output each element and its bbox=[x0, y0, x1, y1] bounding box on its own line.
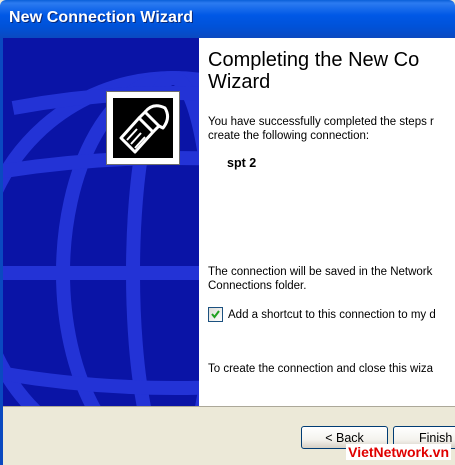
saved-note-text: The connection will be saved in the Netw… bbox=[208, 266, 433, 292]
page-title: Completing the New Co Wizard bbox=[208, 49, 420, 93]
title-bar[interactable]: New Connection Wizard bbox=[0, 0, 455, 38]
shortcut-option[interactable]: Add a shortcut to this connection to my … bbox=[208, 307, 455, 323]
shortcut-checkbox[interactable] bbox=[208, 307, 223, 322]
watermark-text: VietNetwork.vn bbox=[346, 444, 451, 460]
wizard-side-graphic bbox=[3, 38, 199, 406]
close-note-text: To create the connection and close this … bbox=[208, 363, 434, 375]
window-title: New Connection Wizard bbox=[9, 9, 194, 26]
network-cable-icon bbox=[113, 98, 173, 158]
wizard-window: New Connection Wizard Completing the New… bbox=[0, 0, 455, 465]
wizard-content: Completing the New Co Wizard You have su… bbox=[199, 38, 455, 406]
wizard-logo bbox=[106, 91, 180, 165]
intro-text: You have successfully completed the step… bbox=[208, 116, 434, 142]
checkmark-icon bbox=[211, 310, 220, 319]
connection-name: spt 2 bbox=[227, 156, 257, 170]
shortcut-checkbox-label[interactable]: Add a shortcut to this connection to my … bbox=[228, 308, 436, 322]
